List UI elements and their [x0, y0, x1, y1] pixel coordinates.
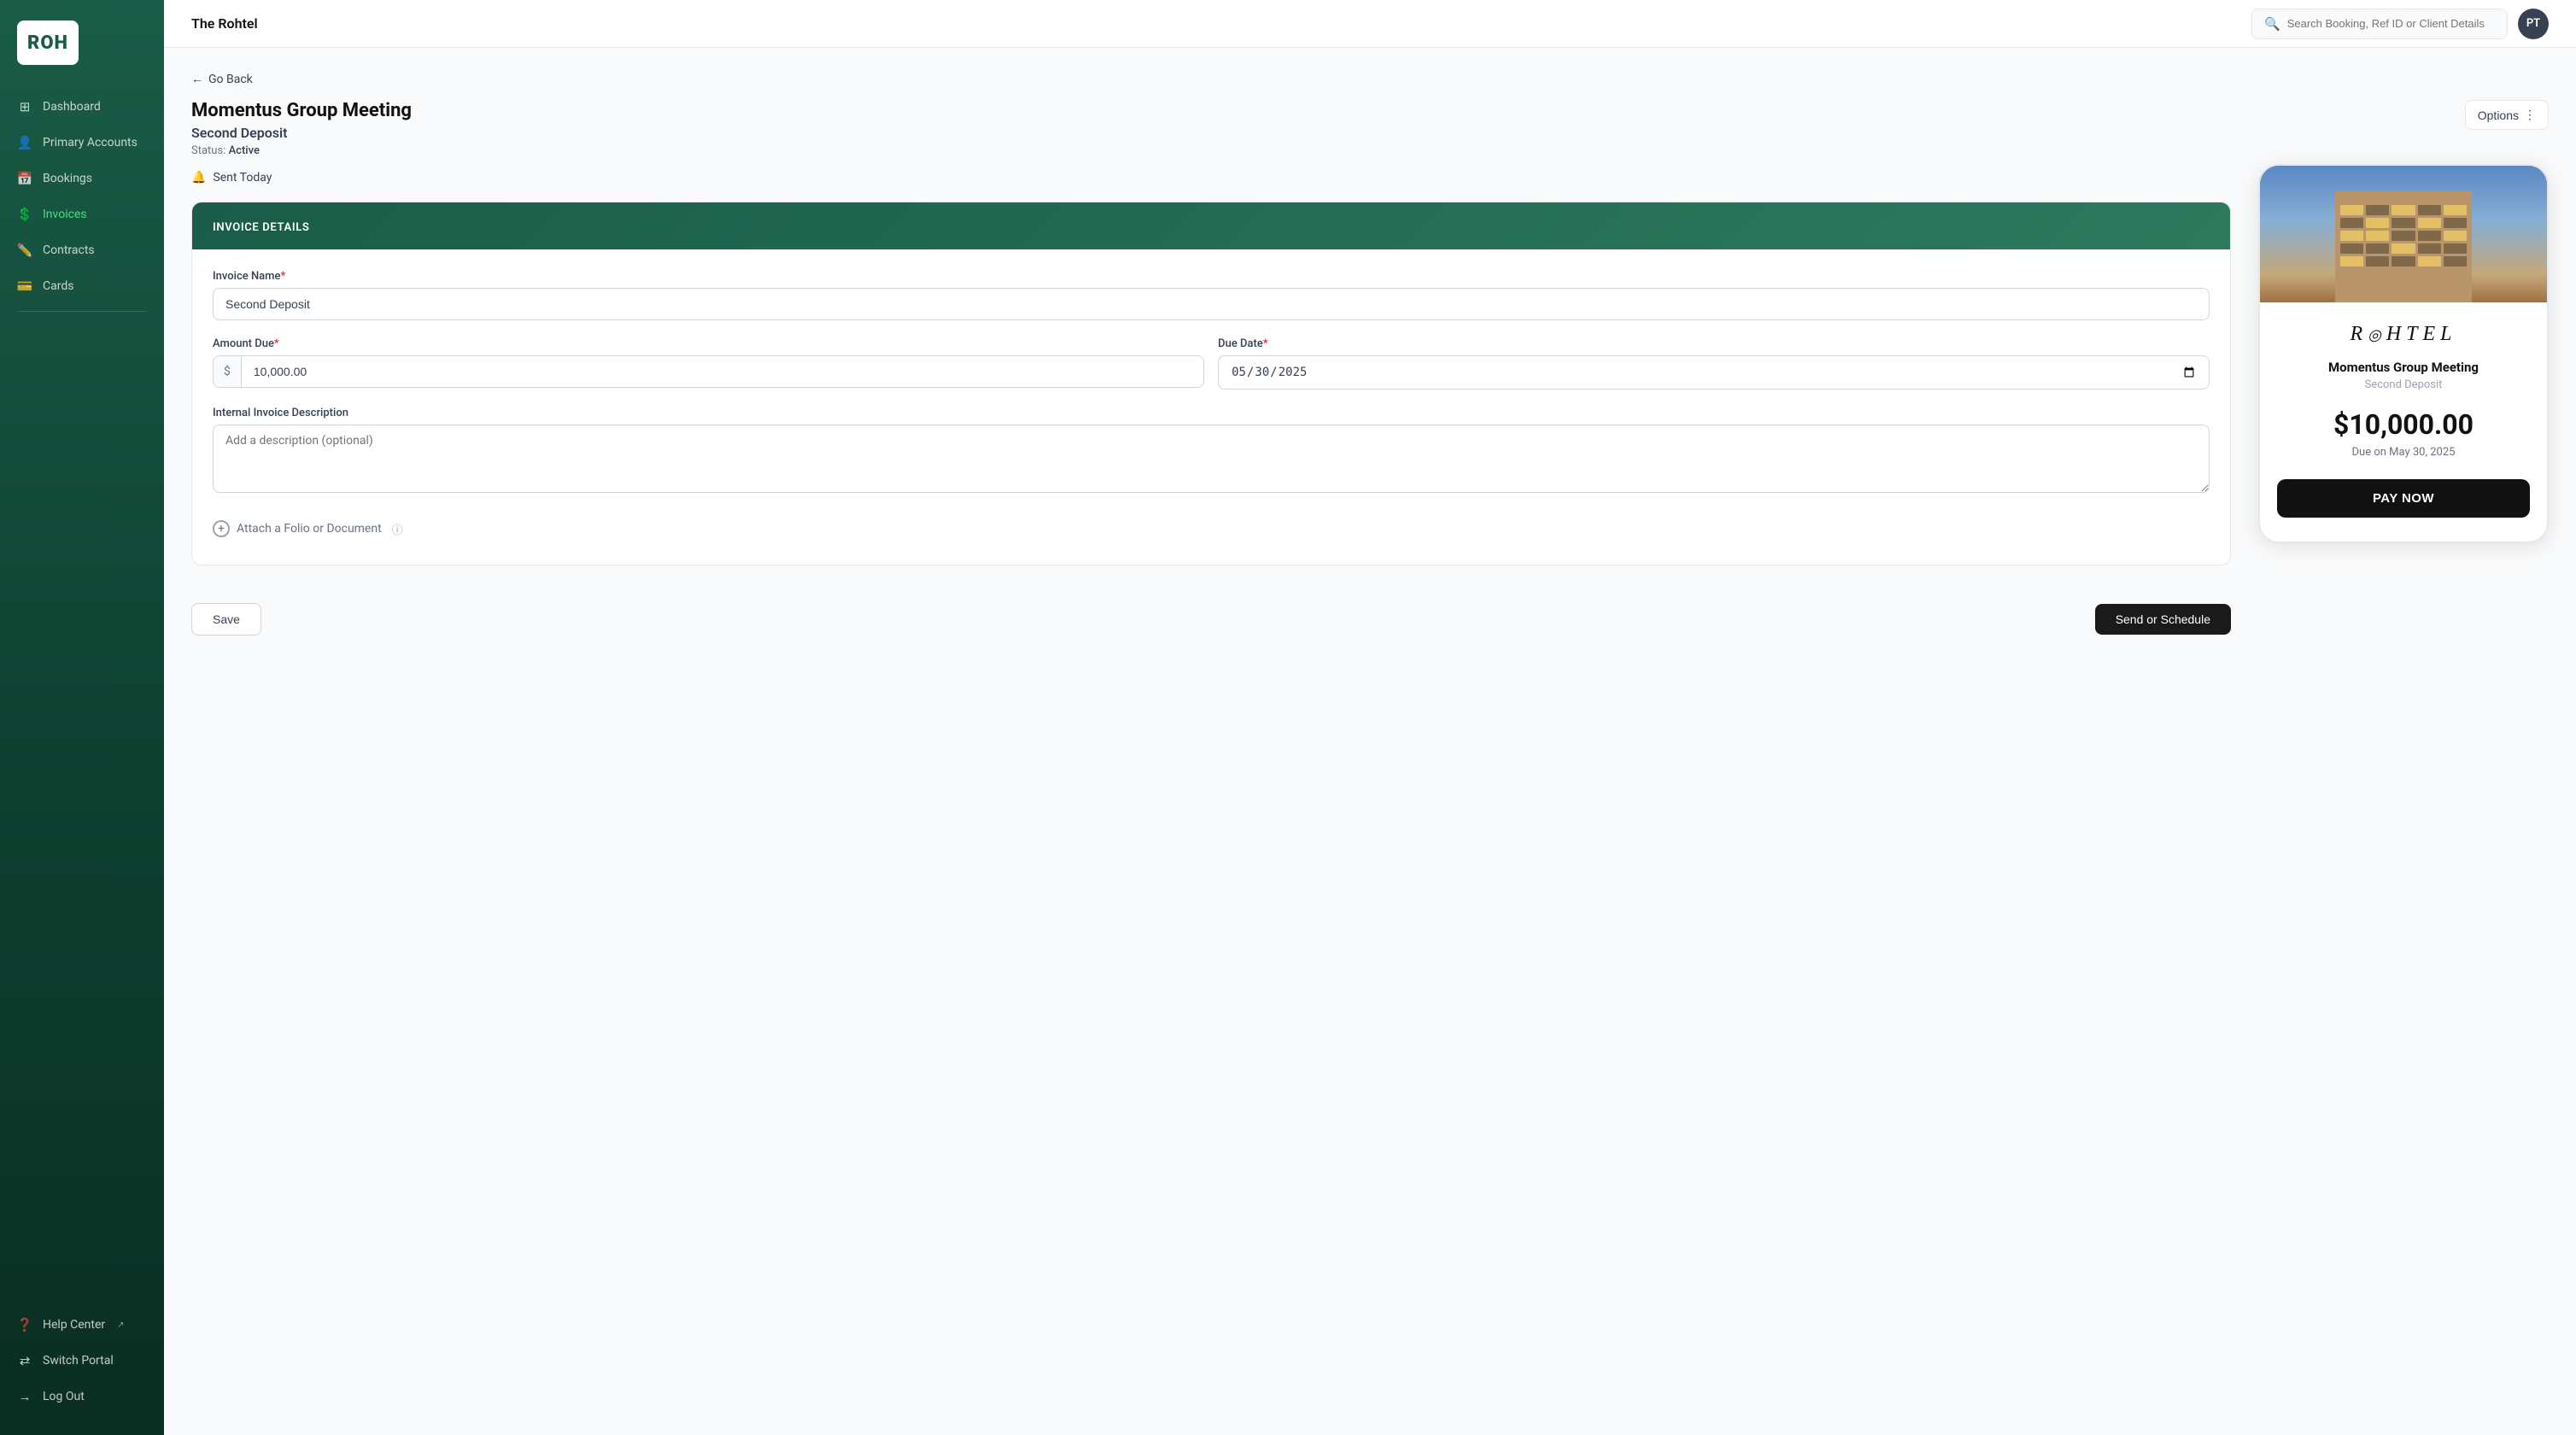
- sidebar-item-help-center[interactable]: ❓ Help Center ↗: [0, 1307, 164, 1343]
- attach-label: Attach a Folio or Document: [237, 522, 382, 536]
- sidebar-item-label: Invoices: [43, 208, 87, 221]
- sidebar-item-cards[interactable]: 💳 Cards: [0, 268, 164, 304]
- description-textarea[interactable]: [213, 425, 2210, 493]
- save-button[interactable]: Save: [191, 603, 261, 636]
- attach-button[interactable]: + Attach a Folio or Document ⓘ: [213, 513, 2210, 544]
- dollar-prefix: $: [214, 356, 242, 387]
- sidebar-item-label: Primary Accounts: [43, 136, 138, 149]
- calendar-icon: 📅: [17, 171, 32, 186]
- invoice-name-label: Invoice Name*: [213, 270, 2210, 283]
- back-link[interactable]: ← Go Back: [191, 72, 2549, 86]
- preview-booking-name: Momentus Group Meeting: [2277, 360, 2530, 375]
- amount-input-group: $: [213, 355, 1204, 388]
- invoice-title: Second Deposit: [191, 125, 412, 141]
- sidebar-item-log-out[interactable]: → Log Out: [0, 1379, 164, 1414]
- due-date-label: Due Date*: [1218, 337, 2210, 350]
- status-label: Status:: [191, 144, 225, 157]
- page-content: ← Go Back Momentus Group Meeting Second …: [164, 48, 2576, 1435]
- sidebar-item-switch-portal[interactable]: ⇄ Switch Portal: [0, 1343, 164, 1379]
- invoice-name-input[interactable]: [213, 288, 2210, 320]
- sidebar-bottom: ❓ Help Center ↗ ⇄ Switch Portal → Log Ou…: [0, 1300, 164, 1435]
- amount-due-date-row: Amount Due* $ Due Date*: [213, 337, 2210, 390]
- external-link-icon: ↗: [117, 1321, 124, 1330]
- sidebar-item-label: Switch Portal: [43, 1354, 114, 1368]
- sidebar-item-label: Log Out: [43, 1390, 85, 1403]
- page-header: Momentus Group Meeting Second Deposit St…: [191, 100, 2549, 157]
- preview-logo: R◎HTEL: [2277, 323, 2530, 346]
- sidebar-item-contracts[interactable]: ✏️ Contracts: [0, 232, 164, 268]
- left-panel: 🔔 Sent Today INVOICE DETAILS Invoice Nam…: [191, 164, 2231, 636]
- sent-today: 🔔 Sent Today: [191, 171, 2231, 184]
- help-icon: ❓: [17, 1317, 32, 1332]
- booking-title: Momentus Group Meeting: [191, 100, 412, 121]
- preview-logo-text: R◎HTEL: [2350, 323, 2456, 345]
- sidebar-item-label: Cards: [43, 279, 73, 293]
- main-content: The Rohtel 🔍 PT ← Go Back Momentus Group…: [164, 0, 2576, 1435]
- status-line: Status: Active: [191, 144, 412, 157]
- invoice-form: Invoice Name* Amount Due* $: [192, 249, 2230, 565]
- invoice-name-group: Invoice Name*: [213, 270, 2210, 320]
- switch-icon: ⇄: [17, 1353, 32, 1368]
- amount-input[interactable]: [242, 356, 1203, 387]
- edit-icon: ✏️: [17, 243, 32, 258]
- info-icon: ⓘ: [392, 521, 403, 537]
- back-arrow-icon: ←: [191, 72, 203, 86]
- invoice-section-title: INVOICE DETAILS: [213, 221, 309, 234]
- invoice-card-header: INVOICE DETAILS: [192, 202, 2230, 249]
- status-value: Active: [229, 144, 260, 157]
- right-panel: R◎HTEL Momentus Group Meeting Second Dep…: [2258, 164, 2549, 636]
- avatar: PT: [2518, 9, 2549, 39]
- invoice-card: INVOICE DETAILS Invoice Name*: [191, 202, 2231, 565]
- grid-icon: ⊞: [17, 99, 32, 114]
- nav-divider: [17, 311, 147, 312]
- sidebar-nav: ⊞ Dashboard 👤 Primary Accounts 📅 Booking…: [0, 82, 164, 1300]
- required-star: *: [280, 270, 285, 283]
- credit-card-icon: 💳: [17, 278, 32, 294]
- send-schedule-button[interactable]: Send or Schedule: [2095, 604, 2231, 635]
- options-dots-icon: ⋮: [2524, 108, 2536, 122]
- users-icon: 👤: [17, 135, 32, 150]
- options-button[interactable]: Options ⋮: [2465, 100, 2549, 130]
- sidebar-item-primary-accounts[interactable]: 👤 Primary Accounts: [0, 125, 164, 161]
- logout-icon: →: [17, 1389, 32, 1404]
- preview-due-date: Due on May 30, 2025: [2277, 446, 2530, 459]
- page-title-group: Momentus Group Meeting Second Deposit St…: [191, 100, 412, 157]
- sidebar: ROH ⊞ Dashboard 👤 Primary Accounts 📅 Boo…: [0, 0, 164, 1435]
- form-actions: Save Send or Schedule: [191, 586, 2231, 636]
- description-label: Internal Invoice Description: [213, 407, 2210, 419]
- sent-today-label: Sent Today: [213, 171, 272, 184]
- preview-amount: $10,000.00: [2277, 408, 2530, 441]
- invoice-preview-card: R◎HTEL Momentus Group Meeting Second Dep…: [2258, 164, 2549, 543]
- header: The Rohtel 🔍 PT: [164, 0, 2576, 48]
- search-icon: 🔍: [2264, 16, 2280, 32]
- amount-group: Amount Due* $: [213, 337, 1204, 390]
- options-label: Options: [2478, 108, 2519, 122]
- app-logo: ROH: [17, 20, 79, 65]
- preview-content: R◎HTEL Momentus Group Meeting Second Dep…: [2260, 302, 2547, 542]
- due-date-input[interactable]: [1218, 355, 2210, 390]
- search-input[interactable]: [2287, 17, 2495, 30]
- back-link-label: Go Back: [208, 73, 253, 86]
- content-grid: 🔔 Sent Today INVOICE DETAILS Invoice Nam…: [191, 164, 2549, 636]
- due-date-group: Due Date*: [1218, 337, 2210, 390]
- plus-circle-icon: +: [213, 520, 230, 537]
- hotel-name: The Rohtel: [191, 15, 258, 32]
- header-right: 🔍 PT: [2251, 9, 2549, 39]
- sidebar-item-label: Contracts: [43, 243, 95, 257]
- amount-label: Amount Due*: [213, 337, 1204, 350]
- preview-invoice-name: Second Deposit: [2277, 378, 2530, 391]
- dollar-icon: 💲: [17, 207, 32, 222]
- sidebar-logo: ROH: [0, 0, 164, 82]
- sidebar-item-bookings[interactable]: 📅 Bookings: [0, 161, 164, 196]
- pay-now-button[interactable]: PAY NOW: [2277, 479, 2530, 518]
- search-bar[interactable]: 🔍: [2251, 9, 2508, 39]
- sidebar-item-dashboard[interactable]: ⊞ Dashboard: [0, 89, 164, 125]
- sidebar-item-invoices[interactable]: 💲 Invoices: [0, 196, 164, 232]
- sidebar-item-label: Dashboard: [43, 100, 101, 114]
- hotel-image: [2260, 166, 2547, 302]
- bell-icon: 🔔: [191, 171, 206, 184]
- sidebar-item-label: Bookings: [43, 172, 92, 185]
- sidebar-item-label: Help Center: [43, 1318, 105, 1332]
- description-group: Internal Invoice Description: [213, 407, 2210, 496]
